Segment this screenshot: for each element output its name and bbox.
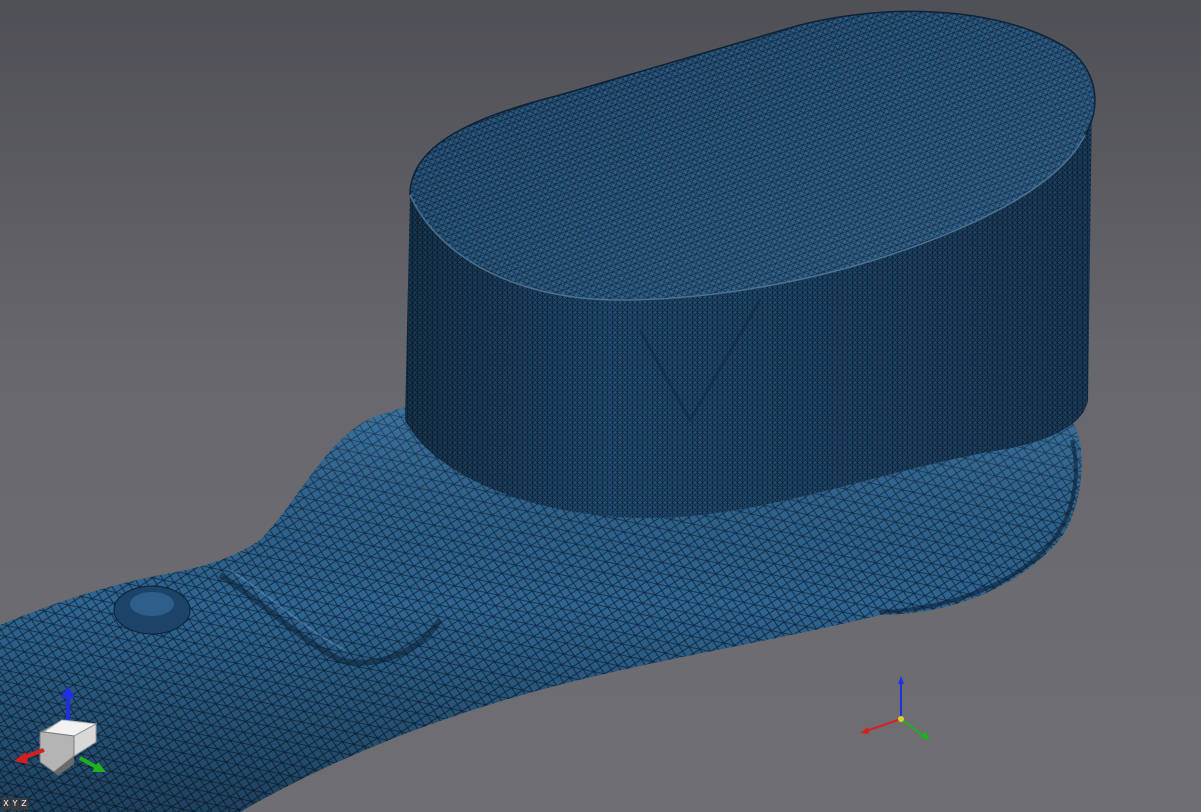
y-axis-line <box>900 718 925 737</box>
view-y-button[interactable]: Y <box>11 798 19 810</box>
axis-origin <box>898 716 904 722</box>
mesh-model[interactable] <box>0 0 1201 812</box>
view-cube[interactable] <box>0 680 120 790</box>
3d-viewport[interactable]: X Y Z <box>0 0 1201 812</box>
view-z-button[interactable]: Z <box>20 798 28 810</box>
view-cube-icon[interactable] <box>0 680 120 790</box>
axis-triad <box>850 672 940 747</box>
x-axis-line <box>865 718 902 732</box>
view-x-button[interactable]: X <box>2 798 10 810</box>
view-buttons: X Y Z <box>2 798 28 811</box>
